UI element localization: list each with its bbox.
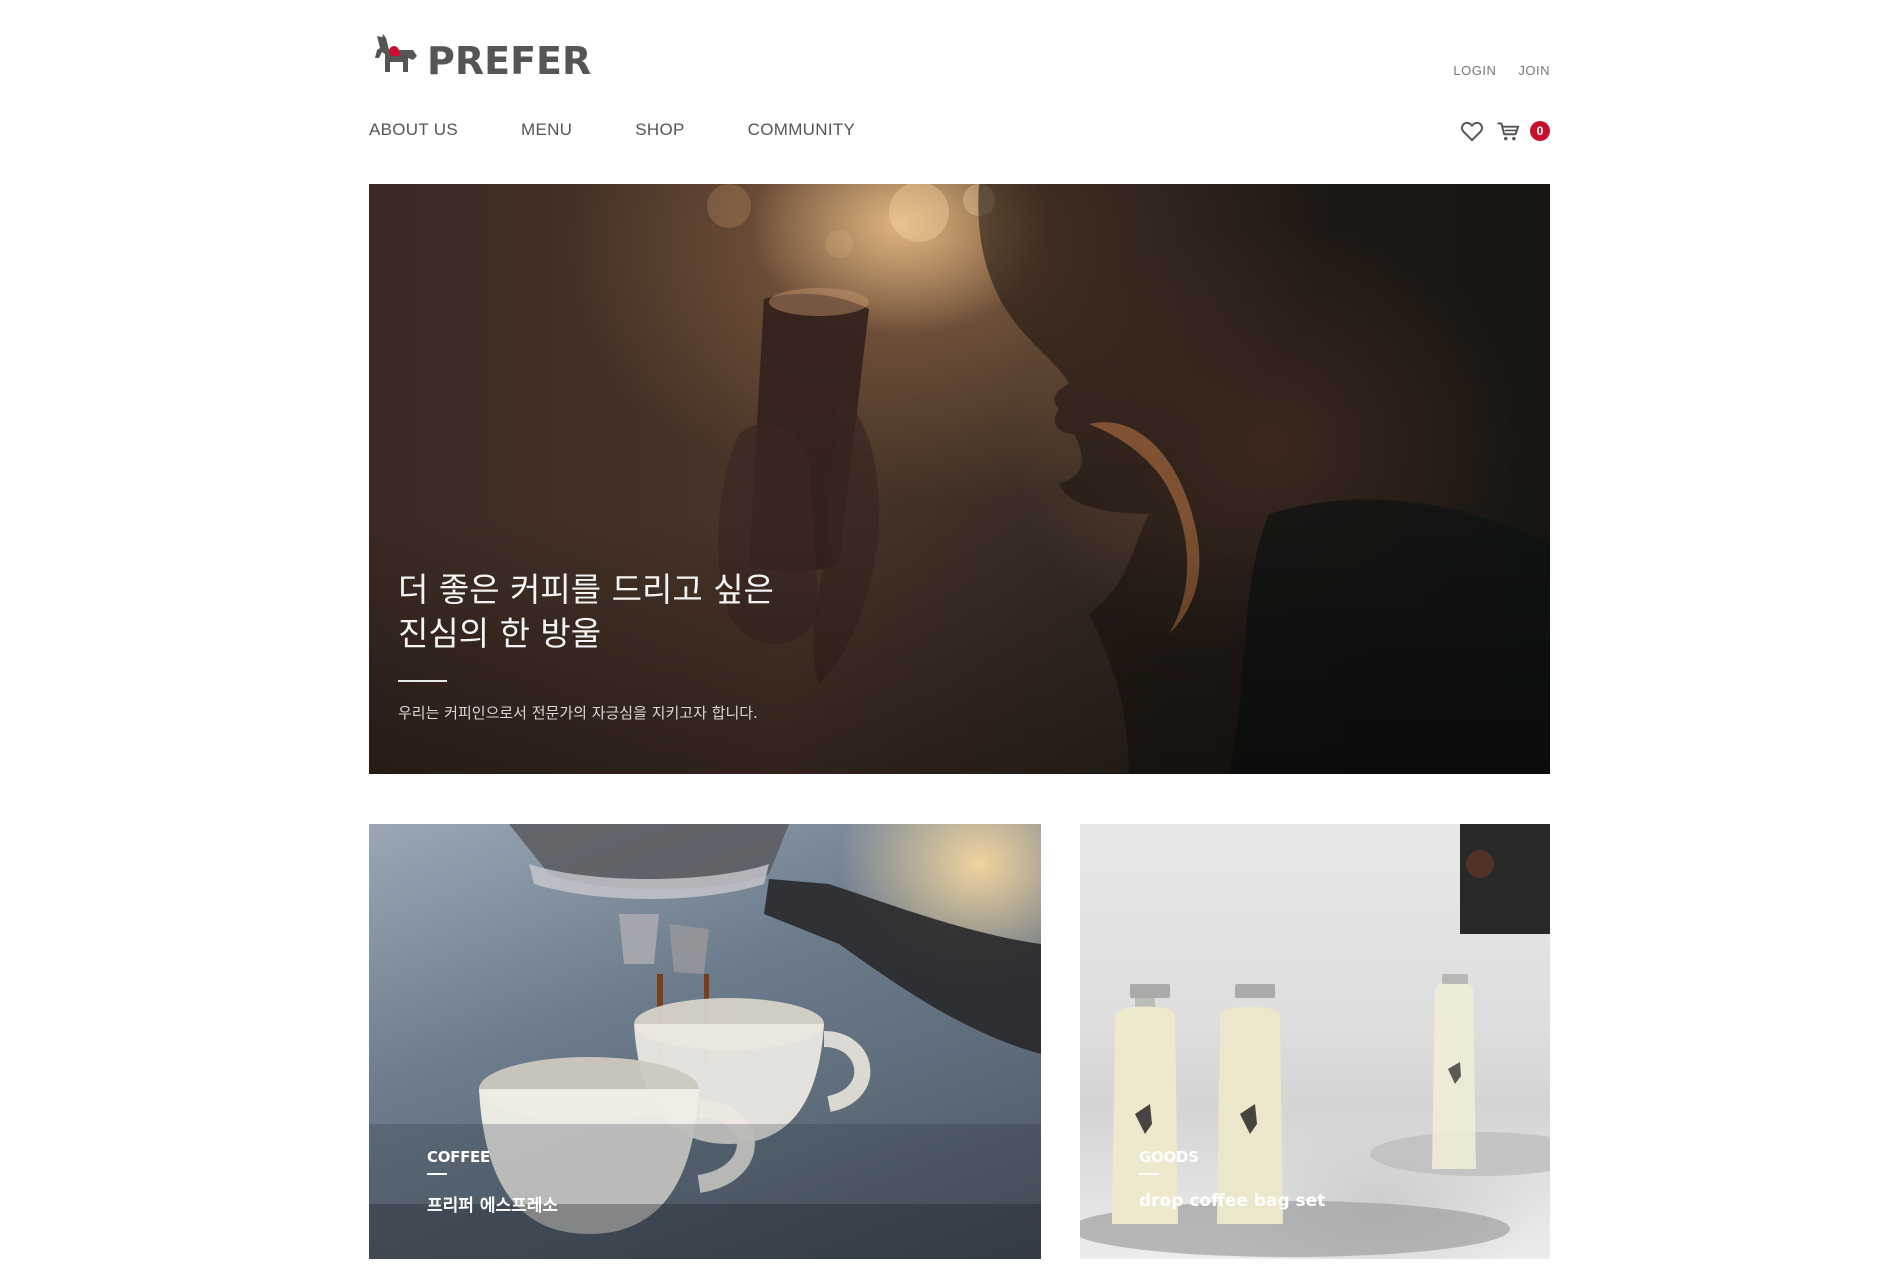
main-nav: ABOUT US MENU SHOP COMMUNITY	[369, 120, 855, 140]
card-coffee[interactable]: COFFEE 프리퍼 에스프레소	[369, 824, 1041, 1259]
util-nav: LOGIN JOIN	[1453, 63, 1550, 78]
card-category: COFFEE	[427, 1148, 490, 1166]
nav-item-about-us[interactable]: ABOUT US	[369, 120, 458, 140]
card-category: GOODS	[1139, 1148, 1199, 1166]
hero-banner: 더 좋은 커피를 드리고 싶은 진심의 한 방울 우리는 커피인으로서 전문가의…	[369, 184, 1550, 774]
card-goods[interactable]: GOODS drop coffee bag set	[1080, 824, 1550, 1259]
brand-name: PREFER	[427, 39, 592, 83]
nav-item-menu[interactable]: MENU	[521, 120, 572, 140]
card-title: drop coffee bag set	[1139, 1191, 1326, 1211]
nav-item-community[interactable]: COMMUNITY	[748, 120, 856, 140]
card-title: 프리퍼 에스프레소	[427, 1196, 559, 1216]
card-divider	[1139, 1173, 1159, 1175]
login-link[interactable]: LOGIN	[1453, 63, 1496, 78]
donkey-icon	[375, 34, 417, 72]
hero-divider	[398, 680, 447, 682]
brand-logo[interactable]: PREFER	[369, 26, 591, 86]
hero-subtitle: 우리는 커피인으로서 전문가의 자긍심을 지키고자 합니다.	[398, 704, 758, 722]
cart-count-badge: 0	[1530, 121, 1550, 141]
page: PREFER LOGIN JOIN ABOUT US MENU SHOP COM…	[369, 0, 1550, 1268]
card-caption: GOODS drop coffee bag set	[1139, 1148, 1325, 1211]
card-caption: COFFEE 프리퍼 에스프레소	[427, 1148, 558, 1216]
hero-text: 더 좋은 커피를 드리고 싶은 진심의 한 방울 우리는 커피인으로서 전문가의…	[398, 568, 774, 723]
cart-icon[interactable]	[1496, 118, 1522, 144]
nav-item-shop[interactable]: SHOP	[635, 120, 684, 140]
hero-title: 더 좋은 커피를 드리고 싶은 진심의 한 방울	[398, 570, 774, 653]
card-divider	[427, 1173, 447, 1175]
heart-icon[interactable]	[1459, 118, 1485, 144]
join-link[interactable]: JOIN	[1518, 63, 1550, 78]
shop-icons: 0	[1459, 118, 1550, 144]
